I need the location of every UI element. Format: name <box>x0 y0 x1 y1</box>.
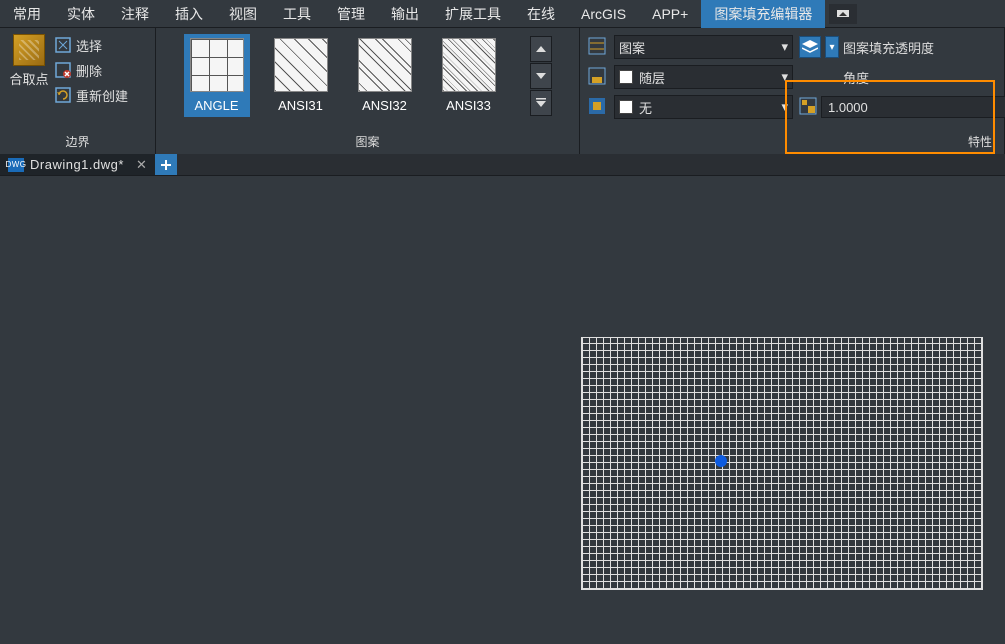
chevron-down-icon: ▾ <box>781 99 788 115</box>
pattern-swatch-icon <box>190 38 244 92</box>
panel-properties-title: 特性 <box>580 131 1004 154</box>
delete-boundary-button[interactable]: 删除 <box>54 59 128 81</box>
chevron-down-icon: ▾ <box>781 69 788 85</box>
triangle-up-icon <box>536 46 546 52</box>
tab-annotate[interactable]: 注释 <box>108 0 162 28</box>
gallery-scroll-up[interactable] <box>530 36 552 62</box>
panel-pattern: ANGLE ANSI31 ANSI32 ANSI33 <box>156 28 580 154</box>
select-boundary-button[interactable]: 选择 <box>54 34 128 56</box>
pattern-tile-angle[interactable]: ANGLE <box>184 34 250 117</box>
angle-label: 角度 <box>843 68 869 87</box>
panel-pattern-title: 图案 <box>156 131 579 154</box>
tab-entity[interactable]: 实体 <box>54 0 108 28</box>
background-color-dropdown[interactable]: 无 ▾ <box>614 95 793 119</box>
document-tabs: DWG Drawing1.dwg* ✕ <box>0 154 1005 176</box>
drawing-canvas[interactable] <box>0 176 1005 644</box>
transparency-label: 图案填充透明度 <box>843 38 934 57</box>
ribbon-tabs: 常用 实体 注释 插入 视图 工具 管理 输出 扩展工具 在线 ArcGIS A… <box>0 0 1005 28</box>
color-swatch-icon <box>619 100 633 114</box>
tab-hatch-editor[interactable]: 图案填充编辑器 <box>701 0 825 28</box>
hatch-object[interactable] <box>581 337 983 590</box>
tab-extend[interactable]: 扩展工具 <box>432 0 514 28</box>
hatch-color-icon <box>588 67 608 87</box>
tab-arcgis[interactable]: ArcGIS <box>568 0 639 28</box>
document-name: Drawing1.dwg* <box>30 157 124 172</box>
panel-boundary-title: 边界 <box>0 131 155 154</box>
chevron-down-icon: ▾ <box>781 39 788 55</box>
tab-common[interactable]: 常用 <box>0 0 54 28</box>
pick-points-button[interactable]: 合取点 <box>8 34 50 88</box>
grip-point[interactable] <box>715 455 727 467</box>
pattern-tile-ansi31[interactable]: ANSI31 <box>268 34 334 117</box>
hatch-color-dropdown[interactable]: 随层 ▾ <box>614 65 793 89</box>
panel-boundary: 合取点 选择 删除 <box>0 28 156 154</box>
scale-input[interactable] <box>821 96 1005 118</box>
pattern-swatch-icon <box>442 38 496 92</box>
pattern-gallery: ANGLE ANSI31 ANSI32 ANSI33 <box>184 34 552 117</box>
tab-output[interactable]: 输出 <box>378 0 432 28</box>
background-color-icon <box>588 97 608 117</box>
triangle-down-bar-icon <box>536 98 546 108</box>
chevron-down-icon: ▾ <box>829 42 834 53</box>
chevron-up-icon <box>837 10 849 18</box>
recreate-icon <box>54 86 72 104</box>
scale-icon <box>799 97 817 117</box>
ribbon-collapse-button[interactable] <box>829 4 857 24</box>
tab-view[interactable]: 视图 <box>216 0 270 28</box>
pattern-tile-ansi33[interactable]: ANSI33 <box>436 34 502 117</box>
hatch-layer-button[interactable] <box>799 36 821 58</box>
plus-icon <box>160 159 172 171</box>
tab-insert[interactable]: 插入 <box>162 0 216 28</box>
gallery-expand[interactable] <box>530 90 552 116</box>
tab-tools[interactable]: 工具 <box>270 0 324 28</box>
close-document-button[interactable]: ✕ <box>136 157 147 173</box>
hatch-layer-dropdown[interactable]: ▾ <box>825 36 839 58</box>
select-icon <box>54 36 72 54</box>
pattern-type-dropdown[interactable]: 图案 ▾ <box>614 35 793 59</box>
tab-manage[interactable]: 管理 <box>324 0 378 28</box>
pick-points-icon <box>13 34 45 66</box>
panel-properties: 图案 ▾ 随层 ▾ <box>580 28 1005 154</box>
pattern-type-icon <box>588 37 608 57</box>
recreate-boundary-button[interactable]: 重新创建 <box>54 84 128 106</box>
ribbon: 合取点 选择 删除 <box>0 28 1005 154</box>
triangle-down-icon <box>536 73 546 79</box>
delete-icon <box>54 61 72 79</box>
pattern-swatch-icon <box>274 38 328 92</box>
pick-points-label: 合取点 <box>9 69 48 88</box>
pattern-swatch-icon <box>358 38 412 92</box>
gallery-scroll-down[interactable] <box>530 63 552 89</box>
layer-stack-icon <box>802 40 818 54</box>
pattern-tile-ansi32[interactable]: ANSI32 <box>352 34 418 117</box>
dwg-badge-icon: DWG <box>8 158 24 172</box>
tab-appplus[interactable]: APP+ <box>639 0 701 28</box>
document-tab[interactable]: DWG Drawing1.dwg* ✕ <box>0 154 155 175</box>
tab-online[interactable]: 在线 <box>514 0 568 28</box>
new-document-button[interactable] <box>155 154 177 175</box>
color-swatch-icon <box>619 70 633 84</box>
